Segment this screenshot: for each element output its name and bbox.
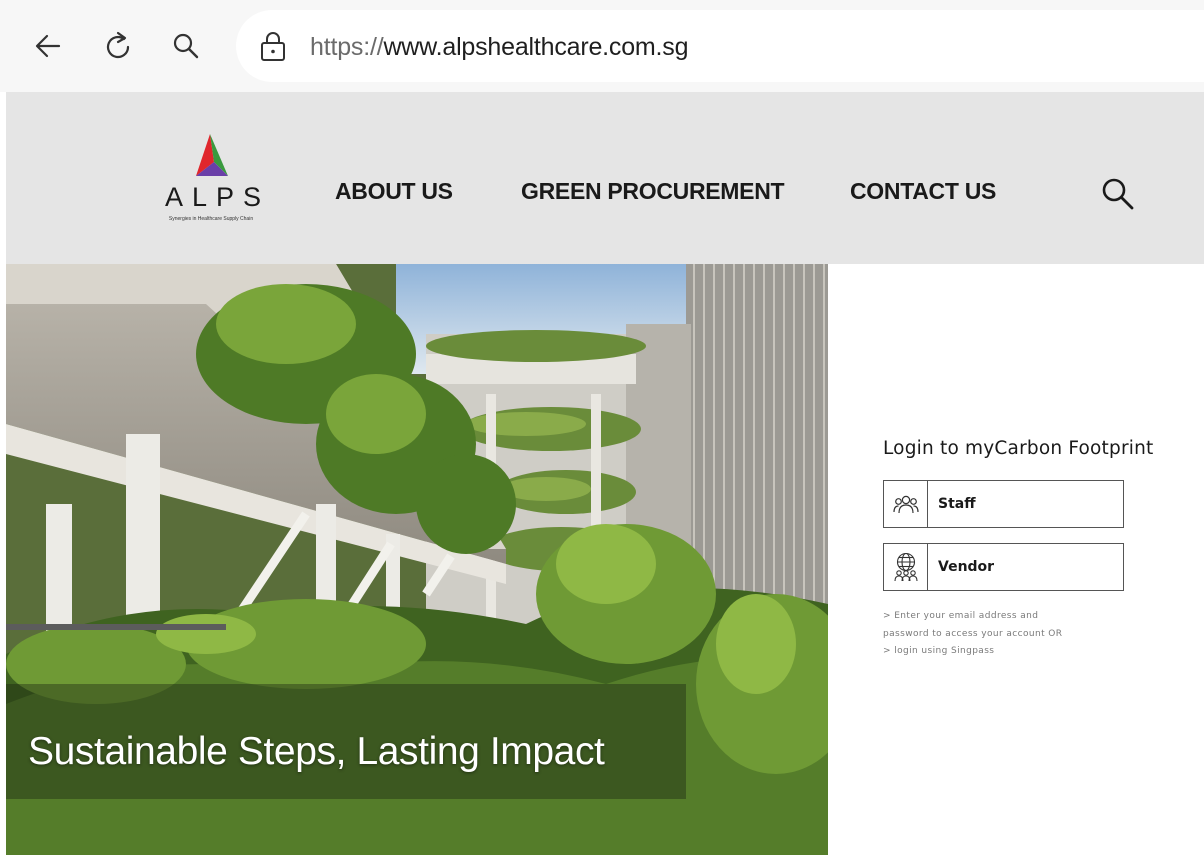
- back-arrow-icon: [35, 34, 61, 58]
- logo-text: ALPS: [165, 182, 271, 212]
- browser-toolbar: https://www.alpshealthcare.com.sg: [0, 0, 1204, 92]
- singpass-login-link[interactable]: > login using Singpass: [883, 643, 1062, 661]
- search-icon: [173, 33, 199, 59]
- reload-button[interactable]: [96, 24, 140, 68]
- staff-login-button[interactable]: Staff: [883, 480, 1124, 528]
- login-help-line: > Enter your email address and: [883, 611, 1039, 621]
- globe-people-icon: [893, 552, 918, 582]
- staff-login-label: Staff: [938, 496, 976, 512]
- login-help-text: > Enter your email address and password …: [883, 608, 1062, 661]
- hero-banner: Sustainable Steps, Lasting Impact: [6, 264, 828, 855]
- logo-tagline: Synergies in Healthcare Supply Chain: [168, 216, 254, 222]
- nav-green-procurement[interactable]: GREEN PROCUREMENT: [521, 178, 785, 205]
- logo-triangle-icon: [196, 134, 228, 176]
- nav-contact-us[interactable]: CONTACT US: [850, 178, 996, 205]
- reload-icon: [106, 31, 130, 59]
- vendor-login-button[interactable]: Vendor: [883, 543, 1124, 591]
- login-title: Login to myCarbon Footprint: [883, 438, 1154, 459]
- alps-logo[interactable]: ALPS Synergies in Healthcare Supply Chai…: [156, 132, 266, 232]
- nav-about-us[interactable]: ABOUT US: [335, 178, 453, 205]
- staff-icon-cell: [884, 481, 928, 527]
- url-host: www.alpshealthcare.com.sg: [383, 33, 689, 61]
- site-header: ALPS Synergies in Healthcare Supply Chai…: [6, 92, 1204, 264]
- site-search-icon[interactable]: [1100, 176, 1136, 212]
- address-bar[interactable]: https://www.alpshealthcare.com.sg: [236, 10, 1204, 82]
- vendor-icon-cell: [884, 544, 928, 590]
- hero-title: Sustainable Steps, Lasting Impact: [28, 730, 605, 773]
- login-help-line: password to access your account OR: [883, 628, 1063, 639]
- browser-search-button[interactable]: [164, 24, 208, 68]
- lock-icon: [261, 32, 285, 61]
- people-group-icon: [892, 495, 919, 514]
- url-text: https://www.alpshealthcare.com.sg: [310, 33, 689, 62]
- back-button[interactable]: [26, 24, 70, 68]
- url-scheme: https://: [310, 33, 384, 61]
- vendor-login-label: Vendor: [938, 559, 995, 575]
